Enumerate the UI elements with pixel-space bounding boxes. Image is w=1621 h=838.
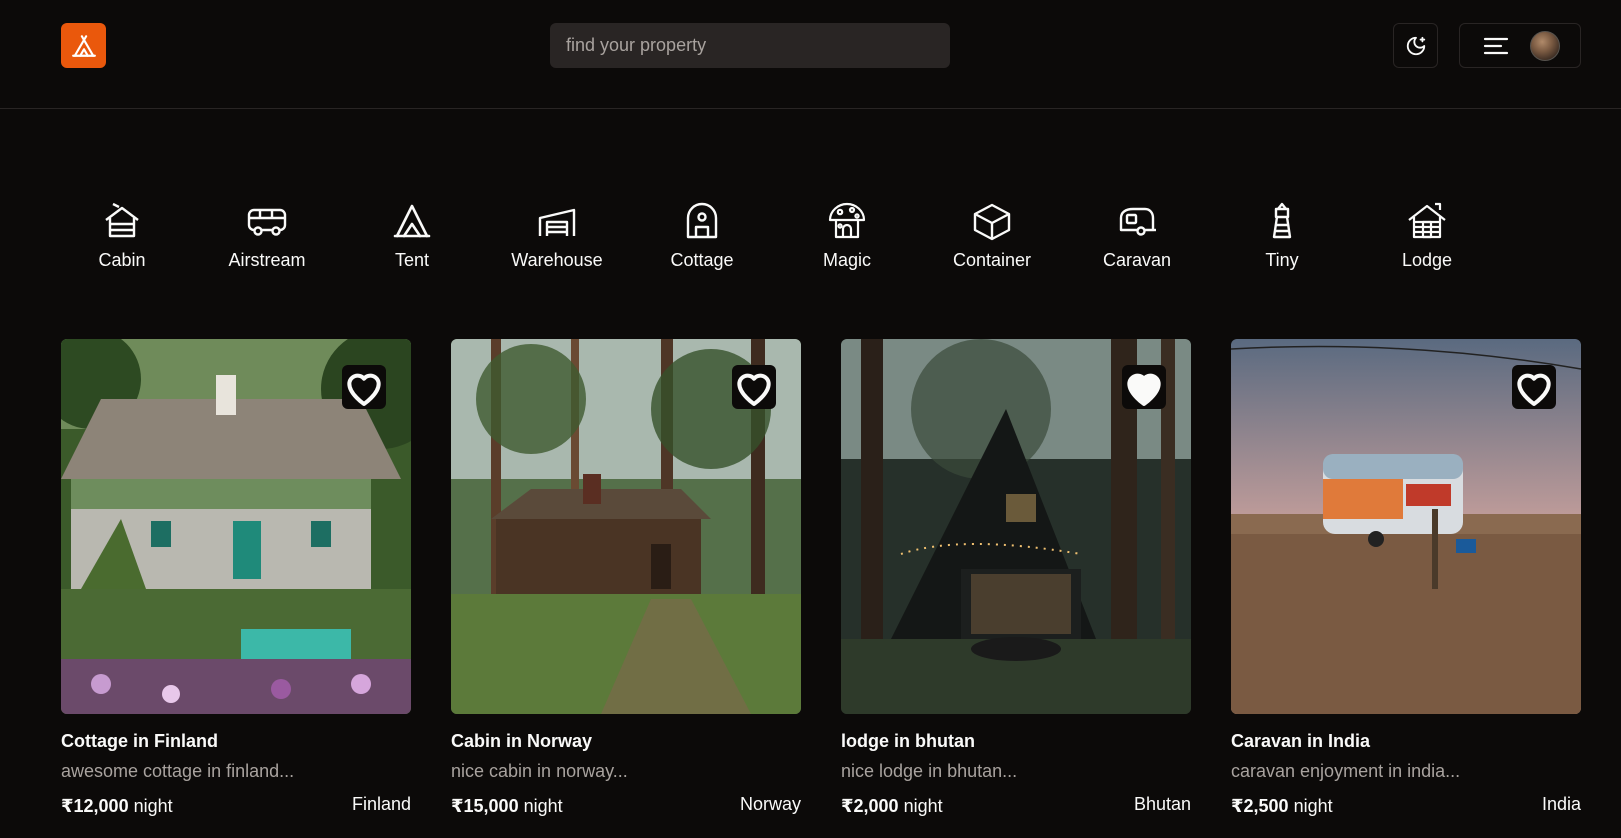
property-country: Finland (351, 794, 411, 814)
property-price: ₹12,000 night (61, 796, 173, 817)
property-price: ₹2,000 night (841, 796, 943, 817)
property-card[interactable]: lodge in bhutan nice lodge in bhutan... … (841, 339, 1191, 819)
lodge-icon (1408, 202, 1446, 239)
property-image[interactable] (841, 339, 1191, 714)
heart-icon (1517, 373, 1551, 406)
price-value: ₹2,500 (1231, 796, 1289, 816)
avatar (1530, 30, 1560, 61)
heart-filled-icon (1127, 373, 1161, 406)
category-label: Tiny (1265, 250, 1299, 270)
category-lodge[interactable]: Lodge (1367, 200, 1487, 280)
theme-toggle-button[interactable] (1393, 23, 1438, 68)
property-image[interactable] (451, 339, 801, 714)
category-label: Lodge (1401, 250, 1453, 270)
tent-icon (71, 34, 96, 57)
category-airstream[interactable]: Airstream (207, 200, 327, 280)
container-box-icon (973, 203, 1011, 241)
price-value: ₹2,000 (841, 796, 899, 816)
category-label: Cabin (98, 250, 146, 270)
category-tiny[interactable]: Tiny (1222, 200, 1342, 280)
caravan-icon (1119, 207, 1156, 236)
tent-icon (393, 204, 431, 238)
property-card[interactable]: Cabin in Norway nice cabin in norway... … (451, 339, 801, 819)
category-cabin[interactable]: Cabin (62, 200, 182, 280)
price-unit: night (523, 796, 563, 816)
hamburger-menu-icon (1483, 37, 1509, 54)
property-description: caravan enjoyment in india... (1231, 761, 1461, 781)
category-label: Warehouse (511, 250, 603, 270)
property-price: ₹15,000 night (451, 796, 563, 817)
category-label: Cottage (670, 250, 734, 270)
favorite-button[interactable] (1512, 365, 1556, 409)
category-tent[interactable]: Tent (352, 200, 472, 280)
price-unit: night (133, 796, 173, 816)
property-title[interactable]: Cottage in Finland (61, 731, 218, 752)
property-description: nice cabin in norway... (451, 761, 628, 781)
property-country: India (1541, 794, 1581, 814)
property-image[interactable] (1231, 339, 1581, 714)
category-magic[interactable]: Magic (787, 200, 907, 280)
cabin-icon (105, 202, 139, 238)
moon-stars-icon (1406, 36, 1425, 55)
heart-icon (737, 373, 771, 406)
category-label: Container (952, 250, 1032, 270)
property-title[interactable]: lodge in bhutan (841, 731, 975, 752)
category-caravan[interactable]: Caravan (1077, 200, 1197, 280)
price-value: ₹12,000 (61, 796, 129, 816)
user-menu-button[interactable] (1459, 23, 1581, 68)
search-input[interactable] (550, 23, 950, 68)
category-label: Tent (394, 250, 430, 270)
category-label: Caravan (1102, 250, 1172, 270)
navbar (0, 0, 1621, 109)
category-warehouse[interactable]: Warehouse (497, 200, 617, 280)
property-title[interactable]: Cabin in Norway (451, 731, 592, 752)
favorite-button[interactable] (1122, 365, 1166, 409)
van-icon (247, 208, 287, 236)
property-title[interactable]: Caravan in India (1231, 731, 1370, 752)
lighthouse-icon (1272, 202, 1292, 239)
property-country: Norway (739, 794, 801, 814)
category-bar: Cabin Airstream Tent Warehouse Cottage M… (60, 200, 1520, 280)
property-card[interactable]: Cottage in Finland awesome cottage in fi… (61, 339, 411, 819)
category-label: Airstream (228, 250, 306, 270)
property-country: Bhutan (1133, 794, 1191, 814)
property-description: awesome cottage in finland... (61, 761, 295, 781)
mushroom-house-icon (828, 202, 866, 239)
category-cottage[interactable]: Cottage (642, 200, 762, 280)
category-label: Magic (822, 250, 871, 270)
price-unit: night (1293, 796, 1333, 816)
home-logo-button[interactable] (61, 23, 106, 68)
price-unit: night (903, 796, 943, 816)
price-value: ₹15,000 (451, 796, 519, 816)
favorite-button[interactable] (732, 365, 776, 409)
warehouse-icon (538, 208, 576, 236)
heart-icon (347, 373, 381, 406)
property-card[interactable]: Caravan in India caravan enjoyment in in… (1231, 339, 1581, 819)
favorite-button[interactable] (342, 365, 386, 409)
property-description: nice lodge in bhutan... (841, 761, 1018, 781)
category-container[interactable]: Container (932, 200, 1052, 280)
cottage-icon (686, 202, 718, 239)
property-price: ₹2,500 night (1231, 796, 1333, 817)
property-image[interactable] (61, 339, 411, 714)
